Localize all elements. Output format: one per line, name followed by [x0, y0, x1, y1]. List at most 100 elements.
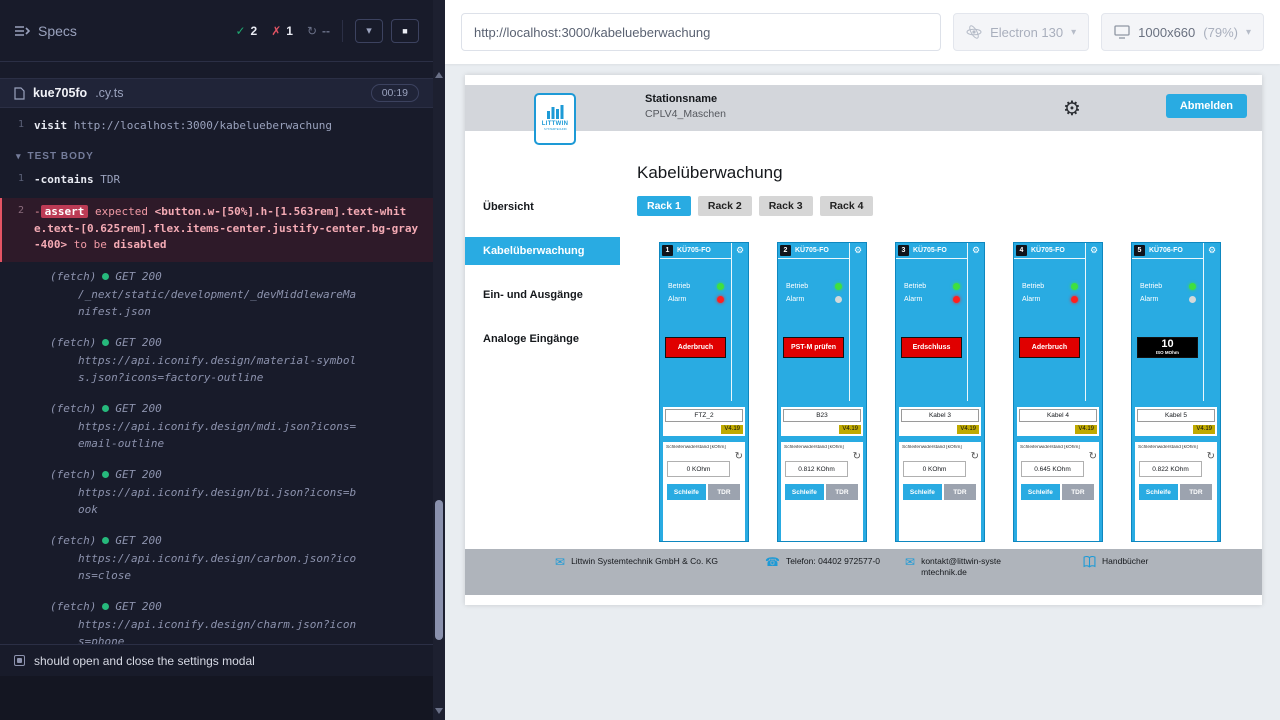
card-gear-icon[interactable]: ⚙: [1208, 245, 1216, 401]
fetch-log-entry[interactable]: (fetch) GET 200 https://api.iconify.desi…: [0, 328, 433, 394]
fetch-log-entry[interactable]: (fetch) GET 200 https://api.iconify.desi…: [0, 526, 433, 592]
card-gear-icon[interactable]: ⚙: [854, 245, 862, 401]
fetch-label: (fetch): [50, 336, 96, 349]
test-body-section-header[interactable]: ▾ TEST BODY: [0, 139, 433, 168]
sidebar-item-ein-und-ausgaenge[interactable]: Ein- und Ausgänge: [465, 281, 620, 309]
fetch-log-entry[interactable]: (fetch) GET 200 https://api.iconify.desi…: [0, 592, 433, 644]
tab-rack-3[interactable]: Rack 3: [759, 196, 813, 216]
footer-company: ✉ Littwin Systemtechnik GmbH & Co. KG: [555, 556, 765, 568]
electron-icon: [966, 24, 982, 40]
fetch-log-entry[interactable]: (fetch) GET 200 https://api.iconify.desi…: [0, 460, 433, 526]
card-number: 1: [662, 245, 673, 256]
measurement-value: 0.822 KOhm: [1139, 461, 1202, 477]
tdr-button[interactable]: TDR: [944, 484, 976, 500]
measurement-label: Schleifenwiderstand [kOhm]: [1020, 445, 1081, 450]
url-input[interactable]: [461, 13, 941, 51]
measurement-label: Schleifenwiderstand [kOhm]: [784, 445, 845, 450]
fetch-status: GET 200: [115, 336, 161, 349]
command-assert-failed[interactable]: 2 -assert expected <button.w-[50%].h-[1.…: [0, 198, 433, 262]
header-divider: [342, 20, 343, 42]
section-chevron-icon: ▾: [16, 151, 22, 162]
schleife-button[interactable]: Schleife: [785, 484, 824, 500]
alarm-led: [717, 296, 724, 303]
refresh-icon[interactable]: ↻: [1207, 451, 1215, 462]
tdr-button[interactable]: TDR: [826, 484, 858, 500]
fetch-label: (fetch): [50, 600, 96, 613]
refresh-icon[interactable]: ↻: [735, 451, 743, 462]
command-visit[interactable]: 1 visit http://localhost:3000/kabelueber…: [0, 114, 433, 139]
fetch-log-entry[interactable]: (fetch) GET 200 /_next/static/developmen…: [0, 262, 433, 328]
tab-rack-1[interactable]: Rack 1: [637, 196, 691, 216]
sidebar-item-label: Analoge Eingänge: [483, 333, 579, 345]
logo-subtitle: SYSTEMTECHNIK: [544, 128, 567, 131]
scroll-up-arrow[interactable]: [435, 72, 443, 78]
schleife-button[interactable]: Schleife: [1021, 484, 1060, 500]
schleife-button[interactable]: Schleife: [1139, 484, 1178, 500]
cable-name: Kabel 5: [1137, 409, 1215, 422]
schleife-button[interactable]: Schleife: [667, 484, 706, 500]
measurement-label: Schleifenwiderstand [kOhm]: [902, 445, 963, 450]
stop-button[interactable]: ■: [391, 19, 419, 43]
logout-button[interactable]: Abmelden: [1166, 94, 1247, 118]
cross-icon: ✗: [271, 24, 281, 38]
collapse-button[interactable]: ▾: [355, 19, 383, 43]
scrollbar-thumb[interactable]: [435, 500, 443, 640]
phone-number: Telefon: 04402 972577-0: [786, 556, 886, 567]
refresh-icon[interactable]: ↻: [853, 451, 861, 462]
fetch-log-entry[interactable]: (fetch) GET 200 https://api.iconify.desi…: [0, 394, 433, 460]
measurement-value: 0.645 KOhm: [1021, 461, 1084, 477]
card-gear-icon[interactable]: ⚙: [736, 245, 744, 401]
spec-duration-badge: 00:19: [371, 84, 419, 102]
viewport-zoom: (79%): [1203, 25, 1238, 40]
tdr-button[interactable]: TDR: [1062, 484, 1094, 500]
status-display: Erdschluss: [901, 337, 962, 358]
command-contains[interactable]: 1 -contains TDR: [0, 168, 433, 193]
app-footer: ✉ Littwin Systemtechnik GmbH & Co. KG ☎ …: [465, 549, 1262, 595]
refresh-icon[interactable]: ↻: [971, 451, 979, 462]
sidebar-item-kabelueberwachung[interactable]: Kabelüberwachung: [465, 237, 620, 265]
command-number: 1: [0, 118, 34, 135]
betrieb-led: [953, 283, 960, 290]
status-display: PST-M prüfen: [783, 337, 844, 358]
device-card-3: 3 KÜ705-FO Betrieb Alarm Erdschluss ⚙: [895, 242, 985, 542]
assert-expected: expected: [95, 205, 148, 218]
pending-icon: ↻: [307, 24, 317, 38]
manuals-link[interactable]: Handbücher: [1102, 556, 1148, 567]
tdr-button[interactable]: TDR: [1180, 484, 1212, 500]
device-card-2: 2 KÜ705-FO Betrieb Alarm PST-M prüfen ⚙: [777, 242, 867, 542]
station-info: Stationsname CPLV4_Maschen: [645, 93, 726, 120]
fetch-label: (fetch): [50, 468, 96, 481]
company-name: Littwin Systemtechnik GmbH & Co. KG: [571, 556, 731, 567]
betrieb-label: Betrieb: [786, 283, 808, 290]
card-gear-icon[interactable]: ⚙: [1090, 245, 1098, 401]
station-label: Stationsname: [645, 93, 726, 105]
schleife-button[interactable]: Schleife: [903, 484, 942, 500]
logo-word: LITTWIN: [542, 121, 568, 127]
stop-icon: ■: [402, 26, 407, 36]
card-number: 4: [1016, 245, 1027, 256]
refresh-icon[interactable]: ↻: [1089, 451, 1097, 462]
tab-rack-2[interactable]: Rack 2: [698, 196, 752, 216]
footer-manuals[interactable]: Handbücher: [1083, 556, 1148, 568]
next-test-row[interactable]: should open and close the settings modal: [0, 644, 433, 676]
settings-gear-icon[interactable]: ⚙: [1063, 96, 1081, 121]
card-gear-icon[interactable]: ⚙: [972, 245, 980, 401]
reporter-scrollbar[interactable]: [433, 0, 445, 720]
sidebar-item-uebersicht[interactable]: Übersicht: [465, 193, 620, 221]
browser-select[interactable]: Electron 130 ▾: [953, 13, 1089, 51]
viewport-select[interactable]: 1000x660 (79%) ▾: [1101, 13, 1264, 51]
scroll-down-arrow[interactable]: [435, 708, 443, 714]
card-number: 5: [1134, 245, 1145, 256]
command-log: 1 visit http://localhost:3000/kabelueber…: [0, 108, 433, 644]
spec-name: kue705fo: [33, 86, 87, 100]
tdr-button[interactable]: TDR: [708, 484, 740, 500]
tab-rack-4[interactable]: Rack 4: [820, 196, 874, 216]
measurement-label: Schleifenwiderstand [kOhm]: [666, 445, 727, 450]
iso-value: 10: [1161, 339, 1173, 350]
status-display: Aderbruch: [665, 337, 726, 358]
spec-file-row[interactable]: kue705fo .cy.ts 00:19: [0, 78, 433, 108]
specs-toggle[interactable]: Specs: [14, 23, 77, 39]
fetch-label: (fetch): [50, 402, 96, 415]
footer-email: ✉ kontakt@littwin-systemtechnik.de: [905, 556, 1083, 579]
sidebar-item-analoge-eingaenge[interactable]: Analoge Eingänge: [465, 325, 620, 353]
